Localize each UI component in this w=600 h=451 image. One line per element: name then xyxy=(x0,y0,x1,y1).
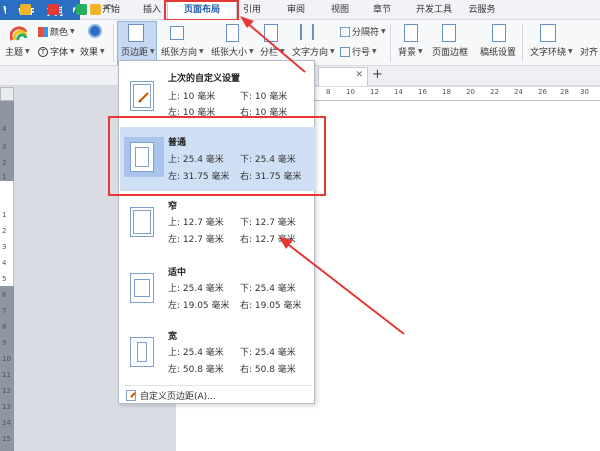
arrow-to-tab xyxy=(240,16,306,73)
arrow-to-normal-option xyxy=(279,237,405,335)
annotation-arrows xyxy=(240,16,405,335)
